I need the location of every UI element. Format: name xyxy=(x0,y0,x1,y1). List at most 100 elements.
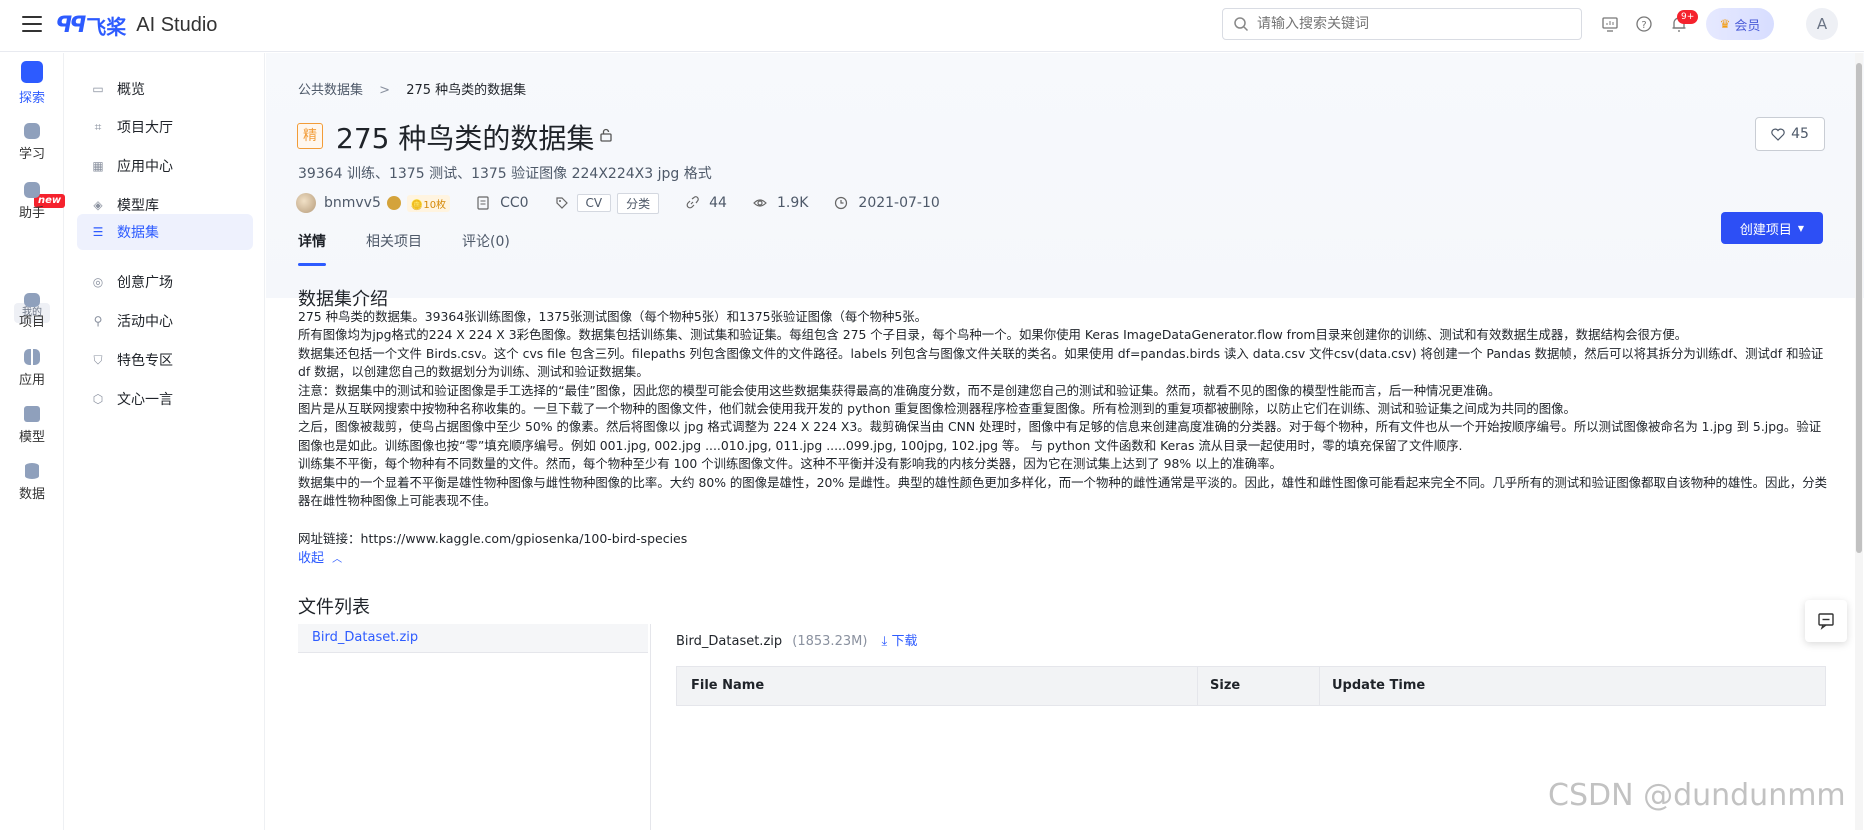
tab-bar: 详情 相关项目 评论(0) xyxy=(298,218,550,266)
sidebar-item-datasets[interactable]: ☰ 数据集 xyxy=(77,214,253,250)
sidebar-item-label: 数据集 xyxy=(117,225,159,241)
tab-related-projects[interactable]: 相关项目 xyxy=(366,218,422,266)
divider xyxy=(298,652,648,653)
like-button[interactable]: 45 xyxy=(1755,117,1825,151)
sidebar-item-creative-square[interactable]: ◎ 创意广场 xyxy=(77,264,253,300)
download-icon: ⤓ xyxy=(881,634,888,649)
unlock-icon xyxy=(600,128,612,142)
sidebar-item-label: 项目大厅 xyxy=(117,120,173,136)
publish-date: 2021-07-10 xyxy=(858,195,940,211)
chevron-up-icon: ︿ xyxy=(332,554,343,565)
watermark: CSDN @dundunmm xyxy=(1548,778,1846,813)
tab-details[interactable]: 详情 xyxy=(298,218,326,266)
column-header-file-name[interactable]: File Name xyxy=(691,667,764,705)
sidebar: ▭ 概览 ⌗ 项目大厅 ▦ 应用中心 ◈ 模型库 ☰ 数据集 ◎ 创意广场 ⚲ 活动中心 ⛉ 特… xyxy=(65,53,265,830)
rail-item-assistant[interactable]: 助手 xyxy=(0,179,64,221)
monitor-icon[interactable] xyxy=(1600,14,1620,34)
logo-cn-text: 飞桨 xyxy=(86,14,127,39)
intro-line: 训练集不平衡，每个物种有不同数量的文件。然而，每个物种至少有 100 个训练图像… xyxy=(298,456,1282,472)
file-list-item[interactable]: Bird_Dataset.zip xyxy=(298,624,648,652)
rail-item-explore[interactable]: 探索 xyxy=(0,61,64,106)
search-box[interactable] xyxy=(1222,8,1582,40)
tag-classification[interactable]: 分类 xyxy=(617,192,660,214)
database-icon xyxy=(25,463,39,479)
author-avatar[interactable] xyxy=(296,193,316,213)
sidebar-item-wenxin[interactable]: ⬡ 文心一言 xyxy=(77,381,253,417)
rail-label: 探索 xyxy=(18,91,45,106)
sidebar-item-project-hall[interactable]: ⌗ 项目大厅 xyxy=(77,109,253,145)
rail-item-model[interactable]: 模型 xyxy=(0,403,64,445)
selected-file-header: Bird_Dataset.zip (1853.23M) ⤓ 下载 xyxy=(676,630,917,649)
sidebar-item-label: 应用中心 xyxy=(117,159,173,175)
sidebar-item-label: 创意广场 xyxy=(117,275,173,291)
clock-icon xyxy=(835,196,848,210)
tag-cv[interactable]: CV xyxy=(576,194,612,212)
rail-label: 模型 xyxy=(18,430,45,445)
sidebar-item-label: 活动中心 xyxy=(117,314,173,330)
rail-item-data[interactable]: 数据 xyxy=(0,460,64,502)
scrollbar-thumb[interactable] xyxy=(1856,63,1862,553)
dataset-subtitle: 39364 训练、1375 测试、1375 验证图像 224X224X3 jpg… xyxy=(298,166,712,182)
sidebar-item-overview[interactable]: ▭ 概览 xyxy=(77,71,253,107)
featured-badge: 精 xyxy=(297,123,323,149)
code-icon: ⌗ xyxy=(94,120,102,134)
sidebar-item-featured[interactable]: ⛉ 特色专区 xyxy=(77,342,253,378)
download-button[interactable]: ⤓ 下载 xyxy=(882,634,918,649)
tab-comments[interactable]: 评论(0) xyxy=(462,218,510,266)
rail-label: 应用 xyxy=(18,373,45,388)
sidebar-item-label: 特色专区 xyxy=(117,353,173,369)
breadcrumb-parent[interactable]: 公共数据集 xyxy=(298,83,363,98)
like-count: 45 xyxy=(1791,126,1809,142)
main-content: 公共数据集 > 275 种鸟类的数据集 精 275 种鸟类的数据集 39364 … xyxy=(266,53,1864,830)
sidebar-item-label: 概览 xyxy=(117,82,145,98)
rail-label: 数据 xyxy=(18,487,45,502)
breadcrumb-current: 275 种鸟类的数据集 xyxy=(406,83,527,98)
page-title: 275 种鸟类的数据集 xyxy=(336,122,595,155)
rail-item-apps[interactable]: 应用 xyxy=(0,346,64,388)
link-icon xyxy=(686,196,699,209)
crown-icon: ♛ xyxy=(1719,17,1731,31)
sidebar-item-activity-center[interactable]: ⚲ 活动中心 xyxy=(77,303,253,339)
column-header-update-time[interactable]: Update Time xyxy=(1319,667,1425,705)
logo[interactable]: ꟼꟼ 飞桨 AI Studio xyxy=(56,10,217,40)
intro-line: 注意：数据集中的测试和验证图像是手工选择的“最佳”图像，因此您的模型可能会使用这… xyxy=(298,382,1501,398)
rocket-icon: ⚲ xyxy=(93,314,103,328)
help-icon[interactable]: ? xyxy=(1634,14,1654,34)
source-link-label: 网址链接： xyxy=(298,531,361,546)
level-icon xyxy=(386,196,401,210)
collapse-label: 收起 xyxy=(298,551,325,566)
logo-mark: ꟼꟼ xyxy=(56,12,86,38)
dataset-meta: bnmvv5 🪙10枚 CC0 CV 分类 44 1.9K 2021-07-10 xyxy=(296,191,940,215)
rail-item-learn[interactable]: 学习 xyxy=(0,120,64,162)
source-link: 网址链接：https://www.kaggle.com/gpiosenka/10… xyxy=(298,528,687,547)
rail-label: 助手 xyxy=(18,206,45,221)
eye-icon xyxy=(753,199,767,207)
assistant-icon xyxy=(24,182,40,198)
vip-button[interactable]: ♛ 会员 xyxy=(1706,8,1774,40)
column-header-size[interactable]: Size xyxy=(1197,667,1240,705)
source-link-url[interactable]: https://www.kaggle.com/gpiosenka/100-bir… xyxy=(361,531,688,546)
author-name[interactable]: bnmvv5 xyxy=(324,195,381,211)
apps-icon xyxy=(24,349,40,365)
collapse-button[interactable]: 收起 ︿ xyxy=(298,547,342,566)
create-project-button[interactable]: 创建项目 ▼ xyxy=(1721,212,1823,244)
database-icon: ☰ xyxy=(92,225,104,239)
vip-label: 会员 xyxy=(1734,18,1761,34)
scrollbar[interactable] xyxy=(1855,53,1863,830)
top-bar: ꟼꟼ 飞桨 AI Studio ? 9+ ♛ 会员 A xyxy=(0,0,1864,52)
breadcrumb-separator: > xyxy=(379,83,391,98)
left-rail: 探索 学习 new 助手 我的 项目 应用 模型 数据 xyxy=(0,53,66,830)
notification-badge: 9+ xyxy=(1677,10,1699,24)
sidebar-item-app-center[interactable]: ▦ 应用中心 xyxy=(77,148,253,184)
feedback-button[interactable] xyxy=(1805,600,1847,642)
chat-icon xyxy=(1818,613,1834,630)
search-input[interactable] xyxy=(1257,16,1557,32)
svg-text:?: ? xyxy=(1641,20,1646,31)
breadcrumb: 公共数据集 > 275 种鸟类的数据集 xyxy=(298,79,526,98)
intro-text: 275 种鸟类的数据集。39364张训练图像，1375张测试图像（每个物种5张）… xyxy=(298,308,1830,510)
user-avatar[interactable]: A xyxy=(1806,8,1838,40)
rail-item-project[interactable]: 项目 xyxy=(0,289,64,330)
menu-icon[interactable] xyxy=(22,16,42,32)
sidebar-item-label: 文心一言 xyxy=(117,392,173,408)
logo-en-text: AI Studio xyxy=(136,13,218,36)
